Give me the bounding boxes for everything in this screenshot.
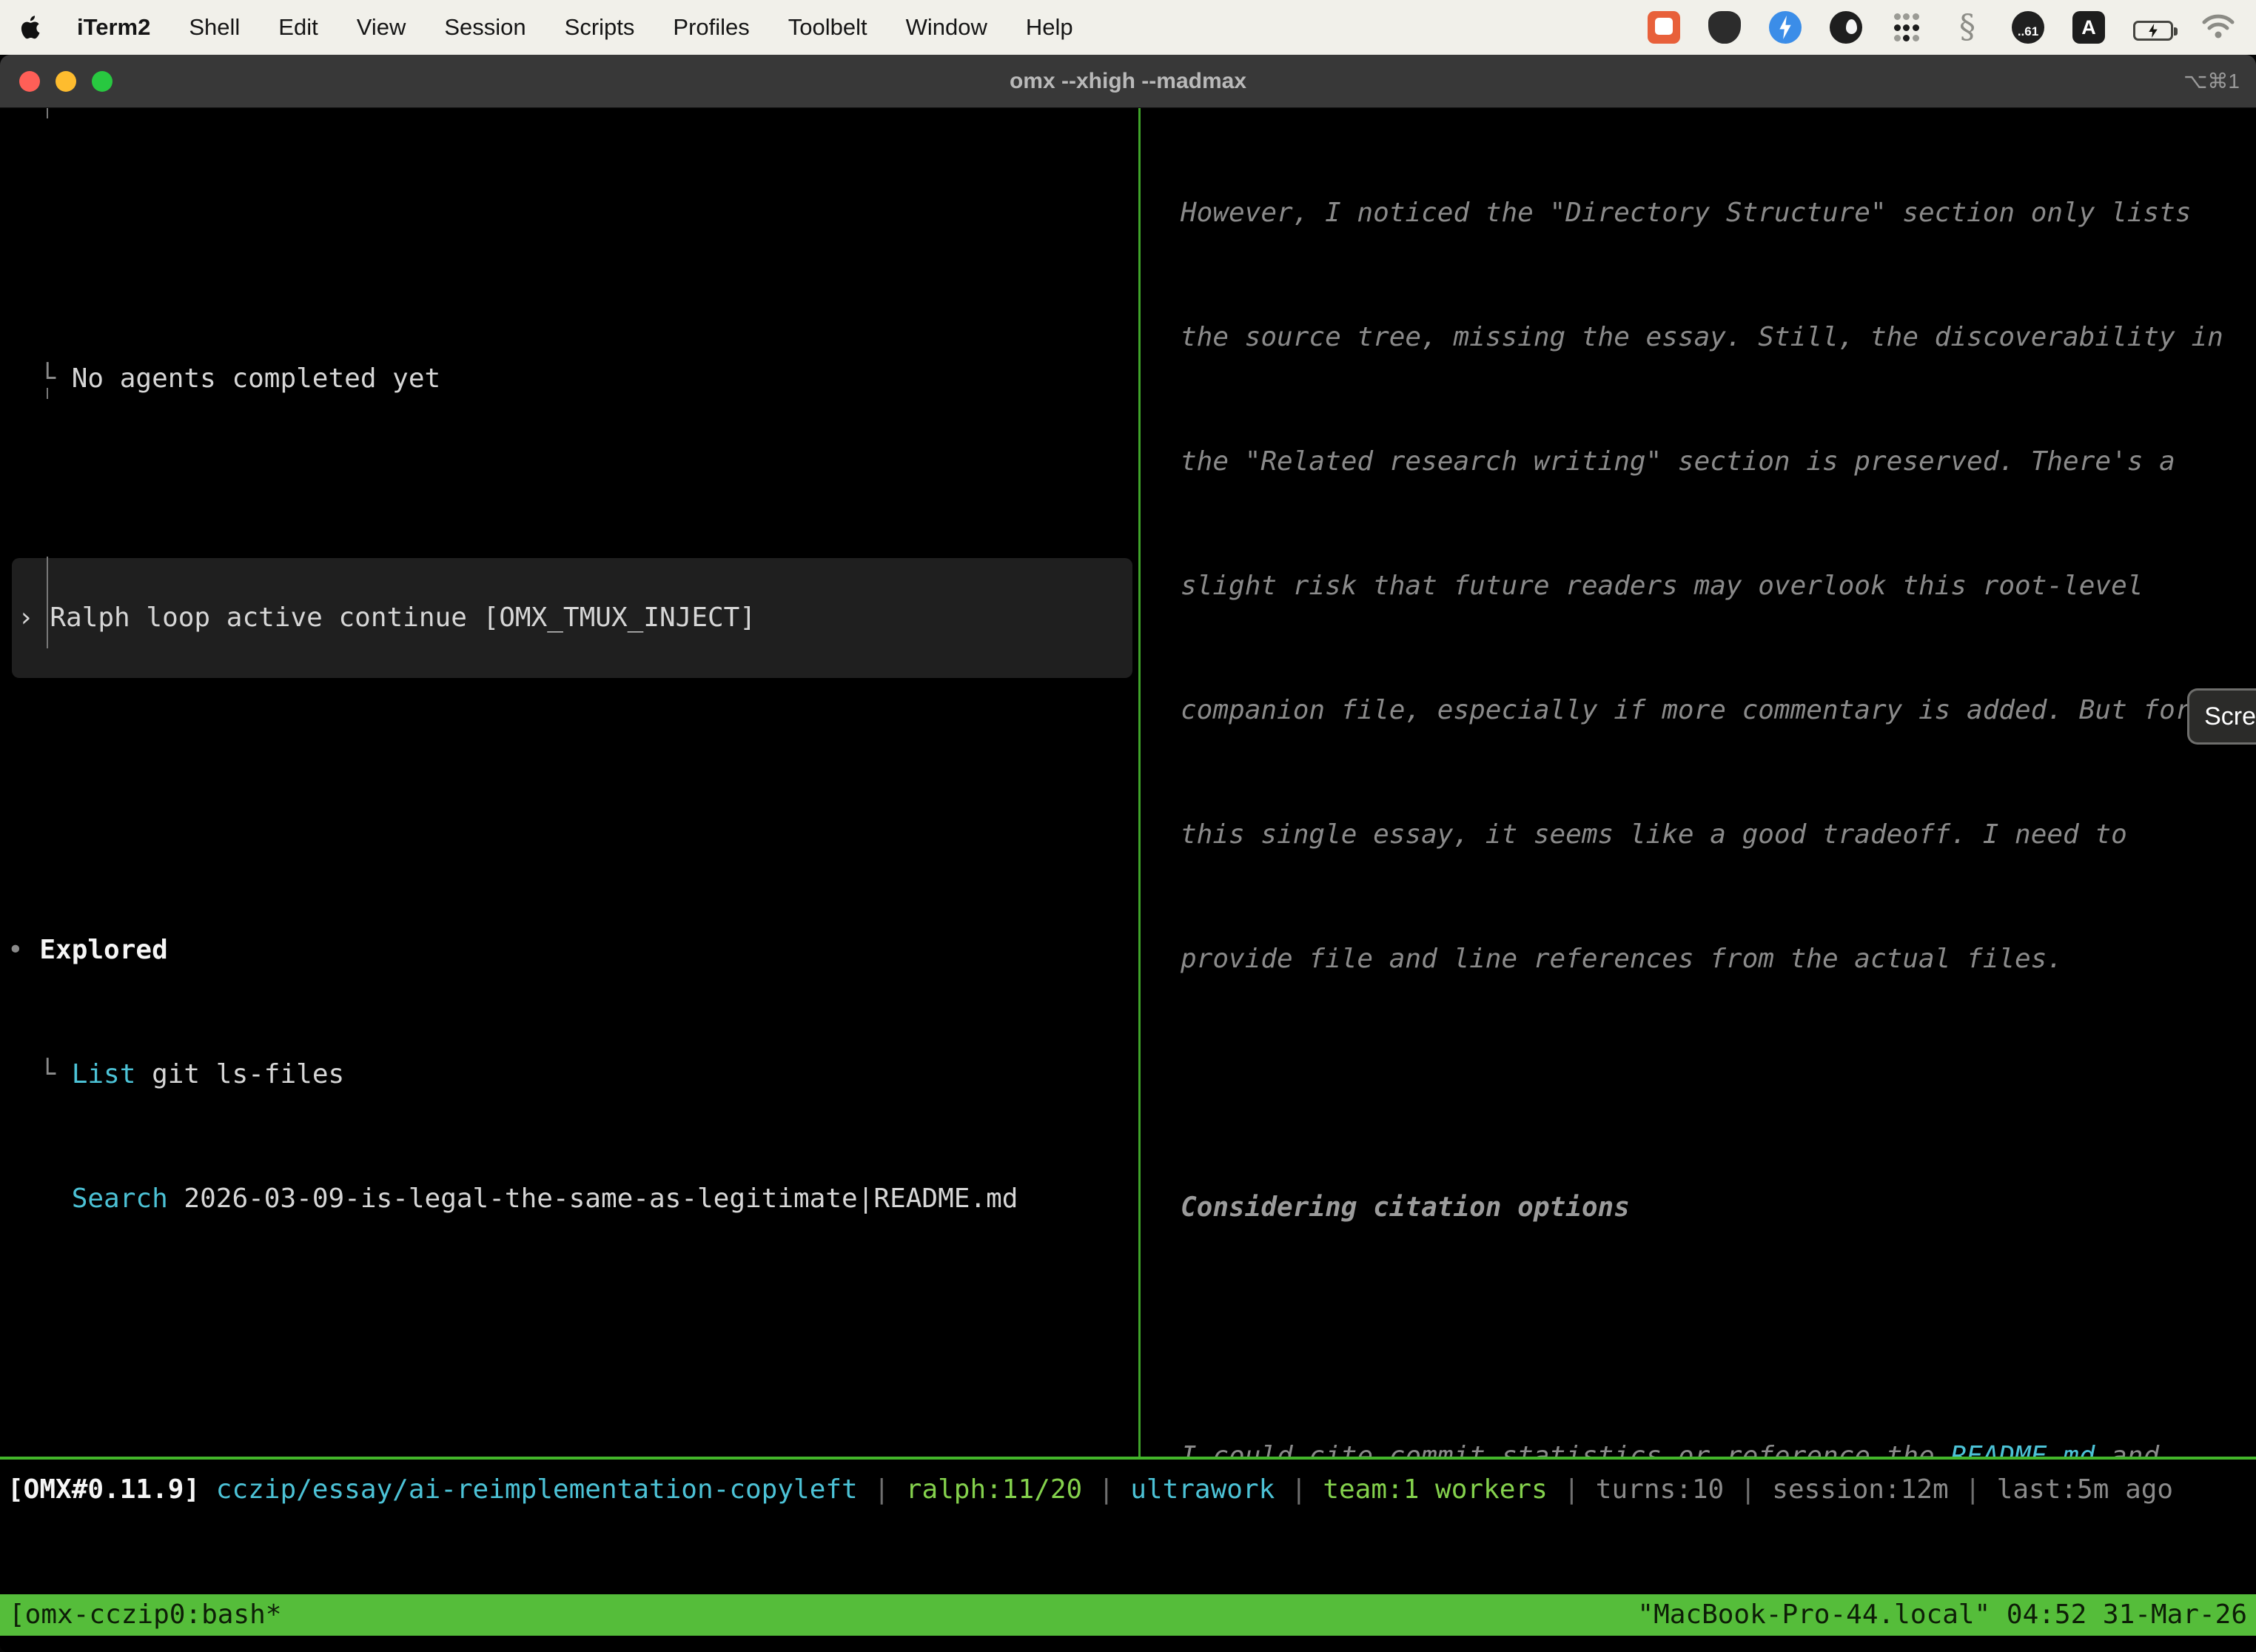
usage-badge-icon[interactable]: ..61 [2012,11,2044,44]
input-source-icon[interactable]: A [2072,11,2105,44]
tmux-host-clock: "MacBook-Pro-44.local" 04:52 31-Mar-26 [1637,1594,2247,1636]
screen-notification[interactable]: Scre [2187,688,2256,745]
blank-line [7,1303,1138,1344]
screen-share-icon[interactable] [1648,11,1680,44]
reasoning-line: However, I noticed the "Directory Struct… [1148,192,2256,234]
inject-input-box[interactable]: › Ralph loop active continue [OMX_TMUX_I… [12,558,1132,678]
tree-guide [47,388,48,399]
explored-header: • Explored [7,930,1138,971]
terminal-area: └ No agents completed yet › Ralph loop a… [0,108,2256,1652]
reasoning-line: I could cite commit statistics or refere… [1148,1436,2256,1457]
menu-item-iterm2[interactable]: iTerm2 [77,14,150,41]
menu-item-help[interactable]: Help [1026,14,1073,41]
reasoning-line: the source tree, missing the essay. Stil… [1148,317,2256,358]
agents-note-line: └ No agents completed yet [7,358,1138,400]
blank-line [1148,1312,2256,1353]
reasoning-line: slight risk that future readers may over… [1148,565,2256,607]
macos-menu-bar: iTerm2 Shell Edit View Session Scripts P… [0,0,2256,55]
reasoning-line: provide file and line references from th… [1148,939,2256,980]
tmux-session-name[interactable]: [omx-cczip0:bash* [9,1594,281,1636]
dark-crescent-icon[interactable] [1830,11,1862,44]
pane-bottom-border [0,1457,2256,1460]
tree-guide [47,557,48,648]
apple-menu-icon[interactable] [21,13,46,42]
omx-mode: ultrawork [1130,1474,1275,1505]
dots-grid-icon[interactable] [1890,11,1923,44]
explored-list-line: └ List git ls-files [7,1054,1138,1095]
menu-item-shell[interactable]: Shell [189,14,240,41]
menu-item-profiles[interactable]: Profiles [673,14,749,41]
menu-item-edit[interactable]: Edit [278,14,318,41]
reasoning-line: companion file, especially if more comme… [1148,690,2256,731]
window-title: omx --xhigh --madmax [0,69,2256,94]
reasoning-line: the "Related research writing" section i… [1148,441,2256,483]
blank-line [1148,1063,2256,1104]
omx-team: team:1 workers [1323,1474,1547,1505]
window-title-bar[interactable]: omx --xhigh --madmax ⌥⌘1 [0,55,2256,108]
iterm2-window: omx --xhigh --madmax ⌥⌘1 └ No agents com… [0,55,2256,1652]
left-agent-pane[interactable]: └ No agents completed yet › Ralph loop a… [0,108,1138,1457]
omx-branch-path: cczip/essay/ai-reimplementation-copyleft [200,1474,858,1505]
explored-search-line: Search 2026-03-09-is-legal-the-same-as-l… [7,1178,1138,1220]
blue-bolt-icon[interactable] [1769,11,1802,44]
tree-guide [47,108,48,118]
squiggle-icon[interactable]: § [1951,11,1984,44]
tmux-status-bar: [omx-cczip0:bash* "MacBook-Pro-44.local"… [0,1594,2256,1636]
reasoning-line: this single essay, it seems like a good … [1148,814,2256,856]
omx-last: last:5m ago [1997,1474,2173,1505]
menu-items: iTerm2 Shell Edit View Session Scripts P… [77,14,1073,41]
readme-file-ref: README.md [1950,1441,2095,1457]
prompt-chevron: › [18,597,50,639]
grid-shield-icon[interactable] [1708,11,1741,44]
omx-version: [OMX#0.11.9] [7,1474,200,1505]
menu-item-session[interactable]: Session [444,14,526,41]
omx-ralph-counter: ralph:11/20 [906,1474,1082,1505]
minimize-button[interactable] [56,71,76,92]
menu-item-window[interactable]: Window [906,14,987,41]
menu-bar-status-icons: § ..61 A [1648,10,2235,45]
omx-status-bar: [OMX#0.11.9] cczip/essay/ai-reimplementa… [0,1469,2256,1511]
window-hotkey: ⌥⌘1 [2183,69,2256,93]
menu-item-scripts[interactable]: Scripts [565,14,635,41]
zoom-button[interactable] [92,71,113,92]
inject-text: Ralph loop active continue [OMX_TMUX_INJ… [50,597,756,639]
menu-item-toolbelt[interactable]: Toolbelt [788,14,867,41]
traffic-lights [0,71,113,92]
wifi-icon[interactable] [2201,13,2235,45]
omx-turns: turns:10 [1596,1474,1724,1505]
battery-icon[interactable] [2133,21,2173,41]
right-agent-pane[interactable]: However, I noticed the "Directory Struct… [1141,108,2256,1457]
omx-session: session:12m [1772,1474,1948,1505]
menu-item-view[interactable]: View [357,14,406,41]
close-button[interactable] [19,71,40,92]
reasoning-heading: Considering citation options [1148,1187,2256,1229]
